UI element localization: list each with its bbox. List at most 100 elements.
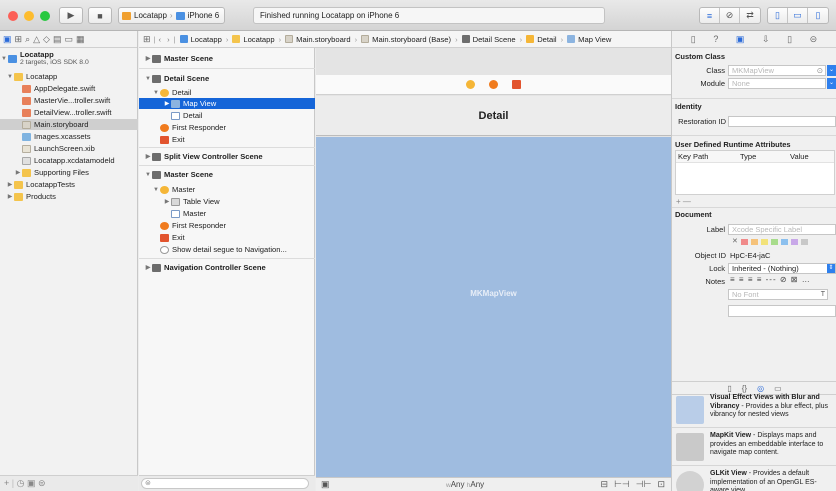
- connections-inspector-icon[interactable]: ⊝: [810, 34, 818, 45]
- disclosure-closed-icon[interactable]: ▶: [14, 169, 22, 176]
- storyboard-canvas[interactable]: Detail MKMapView ▣ wAny hAny ⊟ ⊢⊣ ⊣⊢ ⊡: [316, 48, 671, 491]
- size-inspector-icon[interactable]: ▯: [787, 34, 792, 45]
- file-template-icon[interactable]: ▯: [727, 384, 731, 393]
- disclosure-closed-icon[interactable]: ▶: [163, 100, 171, 107]
- warning-icon[interactable]: △: [33, 34, 40, 45]
- media-library-icon[interactable]: ▭: [774, 384, 782, 393]
- breakpoint-icon[interactable]: ▭: [64, 34, 73, 45]
- outline-item[interactable]: ▼ Detail: [139, 87, 315, 98]
- no-color-icon[interactable]: ✕: [732, 237, 738, 245]
- map-view[interactable]: MKMapView: [316, 137, 671, 477]
- editor-mode-control[interactable]: ≡ ⊘ ⇄: [699, 7, 761, 24]
- disclosure-closed-icon[interactable]: ▶: [6, 181, 14, 188]
- view-controller-icon[interactable]: [466, 80, 475, 89]
- outline-scene[interactable]: ▶ Master Scene: [139, 53, 315, 64]
- exit-icon[interactable]: [512, 80, 521, 89]
- disclosure-open-icon[interactable]: ▼: [152, 90, 160, 96]
- attributes-inspector-icon[interactable]: ⇩: [762, 34, 770, 45]
- zoom-window-button[interactable]: [40, 11, 50, 21]
- outline-item[interactable]: ▼ Master: [139, 184, 315, 195]
- restoration-id-field[interactable]: [728, 116, 836, 127]
- outline-item[interactable]: Show detail segue to Navigation...: [139, 244, 315, 255]
- debug-toggle-icon[interactable]: ▭: [788, 8, 808, 23]
- disclosure-open-icon[interactable]: ▼: [144, 172, 152, 178]
- resize-icon[interactable]: ⊡: [657, 479, 665, 490]
- align-left-icon[interactable]: ≡: [730, 275, 736, 284]
- disclosure-closed-icon[interactable]: ▶: [163, 198, 171, 205]
- disclosure-closed-icon[interactable]: ▶: [144, 264, 152, 271]
- color-swatch[interactable]: [761, 239, 768, 245]
- font-picker-icon[interactable]: T: [821, 290, 825, 299]
- outline-scene[interactable]: ▼ Master Scene: [139, 169, 315, 180]
- text-color-icon[interactable]: ⊘: [780, 275, 788, 284]
- resolve-icon[interactable]: ⊣⊢: [636, 479, 652, 490]
- color-swatch[interactable]: [771, 239, 778, 245]
- test-icon[interactable]: ◇: [43, 34, 50, 45]
- file-inspector-icon[interactable]: ▯: [691, 34, 696, 45]
- jumpbar-crumb[interactable]: Main.storyboard: [296, 35, 350, 44]
- lock-select[interactable]: Inherited - (Nothing) ⇕: [728, 263, 836, 274]
- utilities-toggle-icon[interactable]: ▯: [808, 8, 828, 23]
- scheme-selector[interactable]: Locatapp › iPhone 6: [118, 7, 225, 24]
- recent-filter-icon[interactable]: ◷: [17, 478, 25, 488]
- tree-item-file[interactable]: AppDelegate.swift: [0, 83, 138, 94]
- code-snippet-icon[interactable]: {}: [742, 384, 747, 393]
- doc-label-field[interactable]: Xcode Specific Label: [728, 224, 836, 235]
- outline-item-selected[interactable]: ▶ Map View: [139, 98, 315, 109]
- symbol-icon[interactable]: ⊞: [15, 34, 23, 45]
- outline-item[interactable]: First Responder: [139, 220, 315, 231]
- disclosure-closed-icon[interactable]: ▶: [144, 153, 152, 160]
- help-icon[interactable]: ?: [713, 34, 718, 44]
- first-responder-icon[interactable]: [489, 80, 498, 89]
- identity-inspector-icon[interactable]: ▣: [736, 34, 745, 45]
- class-field[interactable]: MKMapView ⊙: [728, 65, 826, 76]
- jumpbar-crumb[interactable]: Locatapp: [243, 35, 274, 44]
- folder-icon[interactable]: ▣: [3, 34, 12, 45]
- disclosure-closed-icon[interactable]: ▶: [6, 193, 14, 200]
- view-toggle-control[interactable]: ▯ ▭ ▯: [767, 7, 829, 24]
- minimize-window-button[interactable]: [24, 11, 34, 21]
- disclosure-open-icon[interactable]: ▼: [6, 74, 14, 80]
- outline-scene[interactable]: ▶ Navigation Controller Scene: [139, 262, 315, 273]
- tree-item-file[interactable]: DetailView...troller.swift: [0, 107, 138, 118]
- bg-color-icon[interactable]: ⊠: [791, 275, 799, 284]
- tree-item-group[interactable]: ▼ Locatapp: [0, 71, 138, 82]
- tree-item-project[interactable]: ▼ Locatapp 2 targets, iOS SDK 8.0: [0, 50, 138, 68]
- forward-icon[interactable]: ›: [167, 35, 170, 44]
- report-icon[interactable]: ▦: [76, 34, 85, 45]
- version-editor-icon[interactable]: ⇄: [740, 8, 760, 23]
- jumpbar-crumb[interactable]: Detail: [537, 35, 556, 44]
- related-items-icon[interactable]: ⊞: [143, 34, 151, 45]
- outline-item[interactable]: Exit: [139, 134, 315, 145]
- tree-item-file[interactable]: Locatapp.xcdatamodeld: [0, 155, 138, 166]
- jumpbar-crumb[interactable]: Main.storyboard (Base): [372, 35, 451, 44]
- outline-scene[interactable]: ▼ Detail Scene: [139, 73, 315, 84]
- color-swatch[interactable]: [801, 239, 808, 245]
- assistant-editor-icon[interactable]: ⊘: [720, 8, 740, 23]
- align-icon[interactable]: ⊟: [601, 479, 609, 490]
- size-class-control[interactable]: wAny hAny: [446, 480, 484, 489]
- module-dropdown-button[interactable]: ⌄: [827, 78, 836, 89]
- jumpbar-crumb[interactable]: Detail Scene: [473, 35, 516, 44]
- remove-icon[interactable]: —: [683, 197, 691, 206]
- tree-item-group[interactable]: ▶ Supporting Files: [0, 167, 138, 178]
- tree-item-file[interactable]: Images.xcassets: [0, 131, 138, 142]
- tree-item-group[interactable]: ▶ LocatappTests: [0, 179, 138, 190]
- navigator-toggle-icon[interactable]: ▯: [768, 8, 788, 23]
- color-swatch[interactable]: [741, 239, 748, 245]
- outline-filter-field[interactable]: ⊜: [141, 478, 309, 489]
- object-library-icon[interactable]: ◎: [757, 384, 764, 393]
- color-swatch[interactable]: [751, 239, 758, 245]
- no-alignment-icon[interactable]: ---: [766, 275, 777, 284]
- pin-icon[interactable]: ⊢⊣: [614, 479, 630, 490]
- disclosure-open-icon[interactable]: ▼: [152, 187, 160, 193]
- standard-editor-icon[interactable]: ≡: [700, 8, 720, 23]
- align-right-icon[interactable]: ≡: [748, 275, 754, 284]
- jumpbar-crumb[interactable]: Map View: [578, 35, 611, 44]
- jumpbar-crumb[interactable]: Locatapp: [191, 35, 222, 44]
- more-icon[interactable]: …: [802, 275, 811, 284]
- outline-item[interactable]: Detail: [139, 110, 315, 121]
- scm-filter-icon[interactable]: ▣: [27, 478, 36, 488]
- add-icon[interactable]: +: [4, 478, 9, 488]
- library-item[interactable]: Visual Effect Views with Blur and Vibran…: [672, 394, 836, 428]
